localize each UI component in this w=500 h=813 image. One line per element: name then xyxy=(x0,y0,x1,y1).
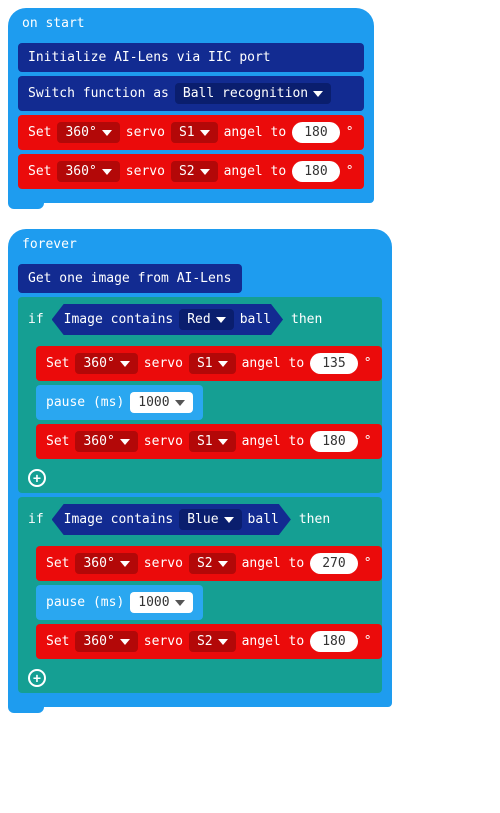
pause-block[interactable]: pause (ms) 1000 xyxy=(36,385,203,420)
angle-value-input[interactable]: 180 xyxy=(310,631,357,652)
set-servo-s1-block[interactable]: Set 360° servo S1 angel to 180 ° xyxy=(18,115,364,150)
angle-word: angel to xyxy=(224,164,287,179)
forever-body: Get one image from AI-Lens if Image cont… xyxy=(8,256,392,707)
if-blue-ball-block[interactable]: if Image contains Blue ball then Set 360… xyxy=(18,497,382,693)
chevron-down-icon xyxy=(224,517,234,523)
servo-deg-dropdown[interactable]: 360° xyxy=(75,553,137,574)
set-servo-block[interactable]: Set 360° servo S2 angel to 270 ° xyxy=(36,546,382,581)
servo-port-dropdown[interactable]: S1 xyxy=(171,122,218,143)
pause-value-dropdown[interactable]: 1000 xyxy=(130,592,192,613)
angle-word: angel to xyxy=(224,125,287,140)
contains-word: Image contains xyxy=(64,312,174,327)
switch-function-dropdown[interactable]: Ball recognition xyxy=(175,83,331,104)
if-red-ball-block[interactable]: if Image contains Red ball then Set 360°… xyxy=(18,297,382,493)
if-header: if Image contains Red ball then xyxy=(18,297,382,342)
switch-option: Ball recognition xyxy=(183,86,308,101)
then-word: then xyxy=(291,312,322,327)
chevron-down-icon xyxy=(102,169,112,175)
pause-value-dropdown[interactable]: 1000 xyxy=(130,392,192,413)
plus-icon[interactable]: + xyxy=(28,469,46,487)
if-footer: + xyxy=(18,663,382,693)
contains-word: Image contains xyxy=(64,512,174,527)
plus-icon[interactable]: + xyxy=(28,669,46,687)
chevron-down-icon xyxy=(313,91,323,97)
set-word: Set xyxy=(28,125,51,140)
angle-value-input[interactable]: 270 xyxy=(310,553,357,574)
servo-word: servo xyxy=(126,125,165,140)
if-word: if xyxy=(28,312,44,327)
servo-port-dropdown[interactable]: S1 xyxy=(189,431,236,452)
chevron-down-icon xyxy=(120,439,130,445)
angle-value-input[interactable]: 135 xyxy=(310,353,357,374)
unit: ° xyxy=(346,125,354,140)
on-start-body: Initialize AI-Lens via IIC port Switch f… xyxy=(8,35,374,203)
chevron-down-icon xyxy=(218,561,228,567)
set-servo-s2-block[interactable]: Set 360° servo S2 angel to 180 ° xyxy=(18,154,364,189)
servo-port-dropdown[interactable]: S2 xyxy=(171,161,218,182)
set-servo-block[interactable]: Set 360° servo S1 angel to 180 ° xyxy=(36,424,382,459)
ball-word: ball xyxy=(240,312,271,327)
on-start-block: on start Initialize AI-Lens via IIC port… xyxy=(8,8,374,209)
if-footer: + xyxy=(18,463,382,493)
angle-value-input[interactable]: 180 xyxy=(292,122,339,143)
servo-deg-dropdown[interactable]: 360° xyxy=(75,353,137,374)
servo-port-dropdown[interactable]: S2 xyxy=(189,631,236,652)
servo-word: servo xyxy=(126,164,165,179)
servo-deg-dropdown[interactable]: 360° xyxy=(75,631,137,652)
servo-port-dropdown[interactable]: S2 xyxy=(189,553,236,574)
then-word: then xyxy=(299,512,330,527)
on-start-header: on start xyxy=(8,8,374,35)
unit: ° xyxy=(346,164,354,179)
chevron-down-icon xyxy=(102,130,112,136)
on-start-label: on start xyxy=(22,16,85,31)
chevron-down-icon xyxy=(200,169,210,175)
get-image-block[interactable]: Get one image from AI-Lens xyxy=(18,264,242,293)
chevron-down-icon xyxy=(218,639,228,645)
servo-port-dropdown[interactable]: S1 xyxy=(189,353,236,374)
chevron-down-icon xyxy=(175,400,185,406)
switch-prefix: Switch function as xyxy=(28,86,169,101)
forever-block: forever Get one image from AI-Lens if Im… xyxy=(8,229,392,713)
image-contains-condition[interactable]: Image contains Blue ball xyxy=(52,504,291,535)
if-word: if xyxy=(28,512,44,527)
pause-label: pause (ms) xyxy=(46,595,124,610)
pause-label: pause (ms) xyxy=(46,395,124,410)
block-notch xyxy=(8,707,44,713)
chevron-down-icon xyxy=(216,317,226,323)
set-word: Set xyxy=(28,164,51,179)
chevron-down-icon xyxy=(120,639,130,645)
chevron-down-icon xyxy=(175,600,185,606)
set-servo-block[interactable]: Set 360° servo S2 angel to 180 ° xyxy=(36,624,382,659)
servo-deg-dropdown[interactable]: 360° xyxy=(75,431,137,452)
chevron-down-icon xyxy=(218,361,228,367)
switch-function-block[interactable]: Switch function as Ball recognition xyxy=(18,76,364,111)
angle-value-input[interactable]: 180 xyxy=(310,431,357,452)
angle-value-input[interactable]: 180 xyxy=(292,161,339,182)
pause-block[interactable]: pause (ms) 1000 xyxy=(36,585,203,620)
ball-color-dropdown[interactable]: Blue xyxy=(179,509,241,530)
image-contains-condition[interactable]: Image contains Red ball xyxy=(52,304,283,335)
forever-header: forever xyxy=(8,229,392,256)
forever-label: forever xyxy=(22,237,77,252)
initialize-ai-lens-block[interactable]: Initialize AI-Lens via IIC port xyxy=(18,43,364,72)
servo-deg-dropdown[interactable]: 360° xyxy=(57,122,119,143)
servo-deg-dropdown[interactable]: 360° xyxy=(57,161,119,182)
ball-word: ball xyxy=(248,512,279,527)
chevron-down-icon xyxy=(200,130,210,136)
block-notch xyxy=(8,203,44,209)
set-servo-block[interactable]: Set 360° servo S1 angel to 135 ° xyxy=(36,346,382,381)
chevron-down-icon xyxy=(120,561,130,567)
init-label: Initialize AI-Lens via IIC port xyxy=(28,50,271,65)
if-header: if Image contains Blue ball then xyxy=(18,497,382,542)
chevron-down-icon xyxy=(120,361,130,367)
chevron-down-icon xyxy=(218,439,228,445)
ball-color-dropdown[interactable]: Red xyxy=(179,309,233,330)
get-image-label: Get one image from AI-Lens xyxy=(28,271,232,286)
